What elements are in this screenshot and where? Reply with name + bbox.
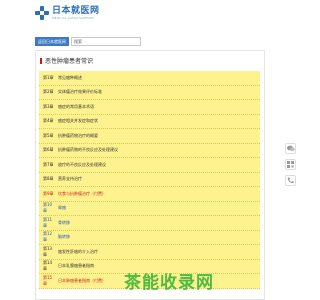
qrcode-icon[interactable] <box>285 159 296 170</box>
toolbar: 返回日本就医网 <box>35 37 141 46</box>
cross-logo-icon <box>35 6 49 20</box>
chapter-title[interactable]: 营养支持治疗 <box>58 176 82 182</box>
chapter-title[interactable]: 癌症的常用基本术语 <box>58 104 94 110</box>
chapter-title[interactable]: 脑转移 <box>58 234 70 240</box>
chapter-number: 第13章 <box>43 245 53 257</box>
chapter-row[interactable]: 第6章 抗肿瘤药物的不良反应及处理建议 <box>39 143 260 158</box>
chapter-title[interactable]: 放疗的不良反应及处理建议 <box>58 162 106 168</box>
chapter-row[interactable]: 第9章 饮食与抗肿瘤治疗（付费） <box>39 187 260 202</box>
chapter-row[interactable]: 第2章 实体瘤治疗效果评价标准 <box>39 85 260 100</box>
chapter-title[interactable]: 癌症相关并发症和症状 <box>58 118 98 124</box>
chapter-title[interactable]: 骨转移 <box>58 220 70 226</box>
chapter-title[interactable]: 日本乳腺癌患者指南 <box>58 263 94 269</box>
chapter-number: 第9章 <box>43 190 54 196</box>
chapter-number: 第2章 <box>43 89 54 95</box>
logo-title: 日本就医网 <box>52 6 100 16</box>
chapter-title[interactable]: 饮食与抗肿瘤治疗（付费） <box>58 191 106 197</box>
chapter-row[interactable]: 第7章 放疗的不良反应及处理建议 <box>39 158 260 173</box>
chapter-row[interactable]: 第1章 常见癌种概述 <box>39 71 260 86</box>
phone-icon[interactable] <box>285 175 296 186</box>
chapter-title[interactable]: 常见癌种概述 <box>58 75 82 81</box>
chapter-title[interactable]: 日本肺癌患者指南（付费） <box>58 278 106 284</box>
chapter-row[interactable]: 第4章 癌症相关并发症和症状 <box>39 114 260 129</box>
chapter-number: 第3章 <box>43 103 54 109</box>
chapter-number: 第8章 <box>43 176 54 182</box>
chapter-number: 第12章 <box>43 231 53 243</box>
chapter-number: 第15章 <box>43 274 53 286</box>
chapter-row[interactable]: 第13章 癌发性肝癌的介入治疗 <box>39 245 260 260</box>
chapter-row[interactable]: 第8章 营养支持治疗 <box>39 172 260 187</box>
chapter-number: 第14章 <box>43 260 53 272</box>
heading-marker <box>40 57 42 64</box>
wechat-icon[interactable] <box>285 143 296 154</box>
logo-subtitle: MEDICAL JAPAN SUPPORT <box>52 16 95 20</box>
chapter-number: 第11章 <box>43 216 53 228</box>
chapter-title[interactable]: 胃癌 <box>58 205 66 211</box>
section-title: 恶性肿瘤患者常识 <box>45 58 94 65</box>
chapter-row[interactable]: 第5章 抗肿瘤药物治疗的概要 <box>39 129 260 144</box>
site-logo[interactable]: 日本就医网 MEDICAL JAPAN SUPPORT <box>35 6 100 20</box>
chapter-title[interactable]: 抗肿瘤药物治疗的概要 <box>58 133 98 139</box>
search-input[interactable] <box>71 37 141 46</box>
section-heading: 恶性肿瘤患者常识 <box>40 56 93 65</box>
chapter-title[interactable]: 抗肿瘤药物的不良反应及处理建议 <box>58 147 118 153</box>
return-site-button[interactable]: 返回日本就医网 <box>35 37 69 46</box>
chapter-number: 第6章 <box>43 147 54 153</box>
content-panel: 恶性肿瘤患者常识 第1章 常见癌种概述 第2章 实体瘤治疗效果评价标准 第3章 癌症的常用… <box>35 50 265 300</box>
chapter-row[interactable]: 第10章 胃癌 <box>39 201 260 216</box>
chapter-number: 第4章 <box>43 118 54 124</box>
chapter-title[interactable]: 实体瘤治疗效果评价标准 <box>58 89 102 95</box>
chapter-number: 第7章 <box>43 161 54 167</box>
chapter-title[interactable]: 癌发性肝癌的介入治疗 <box>58 249 98 255</box>
chapter-row[interactable]: 第12章 脑转移 <box>39 230 260 245</box>
chapter-row[interactable]: 第11章 骨转移 <box>39 216 260 231</box>
watermark: 茶能收录网 <box>124 273 214 293</box>
logo-text: 日本就医网 MEDICAL JAPAN SUPPORT <box>52 6 100 20</box>
chapter-row[interactable]: 第3章 癌症的常用基本术语 <box>39 100 260 115</box>
chapter-list: 第1章 常见癌种概述 第2章 实体瘤治疗效果评价标准 第3章 癌症的常用基本术语 第4章 癌症… <box>39 71 260 289</box>
chapter-number: 第1章 <box>43 74 54 80</box>
chapter-number: 第10章 <box>43 202 53 214</box>
chapter-number: 第5章 <box>43 132 54 138</box>
